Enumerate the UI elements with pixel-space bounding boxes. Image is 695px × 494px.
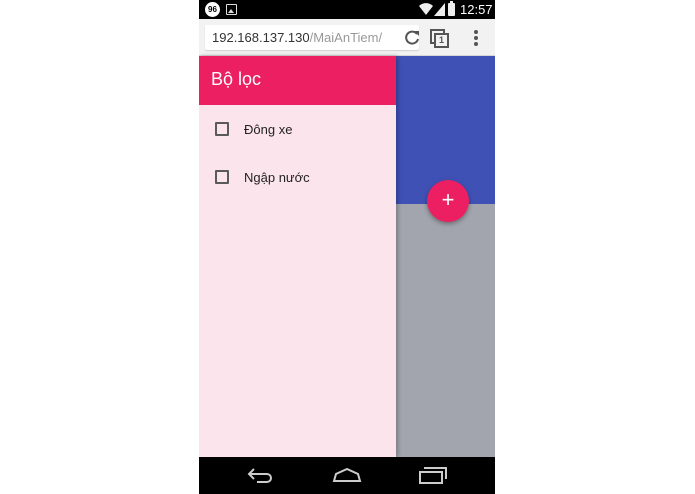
- browser-toolbar: 192.168.137.130/MaiAnTiem/ 1: [199, 19, 495, 56]
- status-bar: 96 12:57: [199, 0, 495, 19]
- image-icon: [226, 4, 237, 15]
- url-host: 192.168.137.130: [212, 30, 310, 45]
- overflow-menu-icon[interactable]: [472, 29, 480, 47]
- filter-item-dong-xe[interactable]: Đông xe: [199, 109, 396, 149]
- tab-count: 1: [439, 35, 445, 45]
- reload-icon[interactable]: [404, 29, 421, 46]
- system-nav-bar: [199, 457, 495, 494]
- add-fab-button[interactable]: +: [427, 180, 469, 222]
- tabs-icon[interactable]: 1: [430, 29, 450, 49]
- filter-label: Đông xe: [244, 122, 293, 137]
- status-clock: 12:57: [460, 2, 493, 17]
- wifi-icon: [419, 3, 433, 16]
- back-icon[interactable]: [247, 467, 275, 483]
- url-field[interactable]: 192.168.137.130/MaiAnTiem/: [205, 25, 419, 50]
- url-text[interactable]: 192.168.137.130/MaiAnTiem/: [212, 30, 382, 45]
- drawer-title: Bộ lọc: [211, 69, 262, 89]
- url-path: /MaiAnTiem/: [309, 30, 383, 45]
- home-icon[interactable]: [332, 468, 362, 483]
- filter-label: Ngập nước: [244, 170, 310, 185]
- battery-icon: [448, 1, 455, 16]
- notification-badge: 96: [205, 2, 220, 17]
- filter-drawer: Bộ lọc Đông xe Ngập nước: [199, 56, 396, 457]
- app-content: + Bộ lọc Đông xe Ngập nước: [199, 56, 495, 457]
- filter-checkbox[interactable]: [215, 170, 229, 184]
- drawer-header: Bộ lọc: [199, 56, 396, 105]
- signal-icon: [434, 3, 445, 16]
- phone-screen: 96 12:57 192.168.137.130/MaiAnTiem/ 1 + …: [199, 0, 495, 494]
- recents-icon[interactable]: [419, 467, 447, 484]
- filter-item-ngap-nuoc[interactable]: Ngập nước: [199, 157, 396, 197]
- filter-checkbox[interactable]: [215, 122, 229, 136]
